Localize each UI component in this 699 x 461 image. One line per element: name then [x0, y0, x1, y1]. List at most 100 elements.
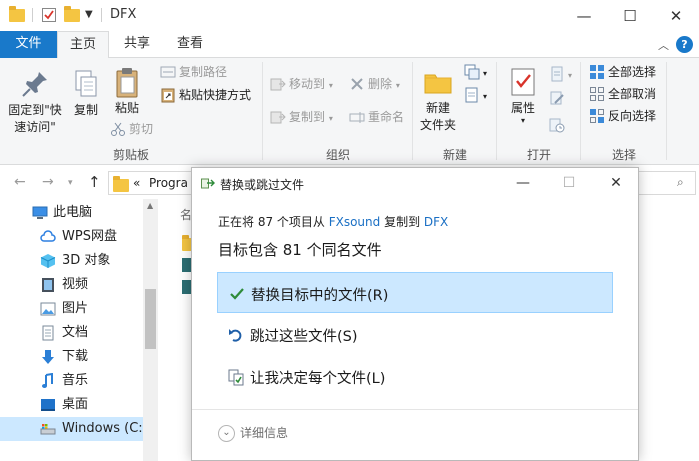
delete-button[interactable]: 删除 ▾	[349, 74, 400, 94]
new-folder-button[interactable]: 新建 文件夹	[418, 66, 458, 134]
open-button[interactable]: ▾	[549, 64, 572, 84]
properties-dropdown-icon[interactable]: ▾	[504, 117, 542, 125]
back-arrow-icon[interactable]: ←	[14, 174, 26, 190]
select-all-button[interactable]: 全部选择	[589, 62, 656, 82]
rename-icon	[349, 109, 365, 125]
nav-item-label: 3D 对象	[62, 253, 111, 268]
nav-item-wps-cloud[interactable]: WPS网盘	[0, 225, 143, 249]
nav-pane-scrollbar[interactable]: ▲	[143, 199, 158, 461]
edit-button[interactable]	[549, 88, 568, 108]
skip-icon	[227, 326, 245, 344]
up-arrow-icon[interactable]: ↑	[88, 173, 101, 191]
new-item-button[interactable]: ▾	[464, 62, 487, 82]
picture-icon	[40, 301, 56, 317]
properties-button[interactable]: 属性 ▾	[504, 66, 542, 125]
nav-item-label: 下载	[62, 349, 89, 364]
copy-path-button[interactable]: 复制路径	[160, 62, 227, 82]
nav-item-music[interactable]: 音乐	[0, 369, 143, 393]
nav-item-videos[interactable]: 视频	[0, 273, 143, 297]
properties-icon	[507, 66, 539, 98]
tab-share[interactable]: 共享	[112, 31, 162, 58]
paste-label: 粘贴	[114, 101, 139, 115]
maximize-button[interactable]: ☐	[607, 0, 653, 31]
nav-item-pictures[interactable]: 图片	[0, 297, 143, 321]
paste-shortcut-button[interactable]: 粘贴快捷方式	[160, 85, 251, 105]
decide-each-file-option[interactable]: 让我决定每个文件(L)	[217, 356, 613, 397]
open-icon	[549, 66, 565, 82]
details-toggle[interactable]: ⌄ 详细信息	[218, 424, 288, 442]
forward-arrow-icon[interactable]: →	[42, 174, 54, 190]
tab-home[interactable]: 主页	[57, 31, 109, 59]
help-icon[interactable]: ?	[676, 36, 693, 53]
separator	[32, 8, 33, 22]
cube-icon	[40, 253, 56, 269]
dialog-minimize-button[interactable]: —	[508, 172, 538, 194]
chevron-up-icon[interactable]: ︿	[658, 37, 669, 53]
move-to-icon	[270, 76, 286, 92]
invert-selection-button[interactable]: 反向选择	[589, 106, 656, 126]
nav-item-this-pc[interactable]: 此电脑	[0, 201, 143, 225]
paste-button[interactable]: 粘贴	[108, 66, 146, 117]
rename-label: 重命名	[368, 110, 405, 124]
dialog-title: 替换或跳过文件	[220, 178, 305, 192]
pin-label-line2: 速访问"	[14, 120, 56, 134]
recent-locations-chevron-icon[interactable]: ▾	[68, 178, 73, 188]
nav-item-windows-c[interactable]: Windows (C:)	[0, 417, 148, 441]
search-input[interactable]: ⌕	[636, 171, 696, 195]
copy-to-label: 复制到	[289, 110, 326, 124]
close-button[interactable]: ✕	[653, 0, 699, 31]
scroll-up-arrow-icon[interactable]: ▲	[147, 201, 153, 210]
dialog-close-button[interactable]: ✕	[601, 172, 631, 194]
drive-icon	[40, 421, 56, 437]
copy-icon	[70, 68, 102, 100]
rename-button[interactable]: 重命名	[349, 107, 404, 127]
tab-file[interactable]: 文件	[0, 31, 57, 58]
computer-icon	[32, 205, 48, 221]
cut-button[interactable]: 剪切	[110, 119, 153, 139]
group-separator	[666, 62, 667, 160]
pin-quick-access-button[interactable]: 固定到"快 速访问"	[3, 68, 67, 136]
easy-access-button[interactable]: ▾	[464, 85, 487, 105]
group-label-clipboard: 剪贴板	[112, 148, 149, 162]
address-bar[interactable]: « Progra	[108, 171, 198, 195]
window-title: DFX	[110, 7, 137, 22]
destination-folder-link[interactable]: DFX	[424, 215, 448, 229]
move-to-button[interactable]: 移动到 ▾	[270, 74, 333, 94]
skip-files-option[interactable]: 跳过这些文件(S)	[217, 314, 613, 355]
nav-item-label: 此电脑	[53, 205, 93, 220]
nav-item-label: 桌面	[62, 397, 89, 412]
nav-item-desktop[interactable]: 桌面	[0, 393, 143, 417]
chevron-down-icon: ⌄	[218, 425, 235, 442]
invert-selection-label: 反向选择	[608, 109, 657, 123]
history-button[interactable]	[549, 115, 568, 135]
nav-item-3d-objects[interactable]: 3D 对象	[0, 249, 143, 273]
nav-item-label: 视频	[62, 277, 89, 292]
tab-view[interactable]: 查看	[165, 31, 215, 58]
nav-item-label: 图片	[62, 301, 89, 316]
properties-label: 属性	[510, 101, 535, 115]
nav-item-documents[interactable]: 文档	[0, 321, 143, 345]
folder-icon	[9, 6, 25, 23]
move-to-label: 移动到	[289, 77, 326, 91]
breadcrumb-segment[interactable]: Progra	[149, 176, 188, 190]
copy-to-button[interactable]: 复制到 ▾	[270, 107, 333, 127]
properties-checkbox-icon[interactable]	[41, 7, 57, 23]
replace-files-option[interactable]: 替换目标中的文件(R)	[217, 272, 613, 313]
invert-selection-icon	[589, 108, 605, 124]
nav-item-downloads[interactable]: 下载	[0, 345, 143, 369]
copy-button[interactable]: 复制	[68, 68, 104, 119]
minimize-button[interactable]: —	[561, 0, 607, 31]
decide-each-file-label: 让我决定每个文件(L)	[250, 371, 386, 387]
customize-chevron-icon[interactable]: ▼	[85, 7, 101, 23]
new-folder-quick-icon[interactable]	[64, 6, 80, 23]
separator	[101, 8, 102, 22]
select-none-button[interactable]: 全部取消	[589, 84, 656, 104]
group-label-open: 打开	[526, 148, 551, 162]
skip-files-label: 跳过这些文件(S)	[250, 329, 358, 345]
path-overflow-chevron[interactable]: «	[133, 176, 140, 190]
group-label-select: 选择	[611, 148, 636, 162]
scrollbar-thumb[interactable]	[145, 289, 156, 349]
group-separator	[580, 62, 581, 160]
source-folder-link[interactable]: FXsound	[329, 215, 381, 229]
dialog-maximize-button: ☐	[562, 175, 576, 191]
